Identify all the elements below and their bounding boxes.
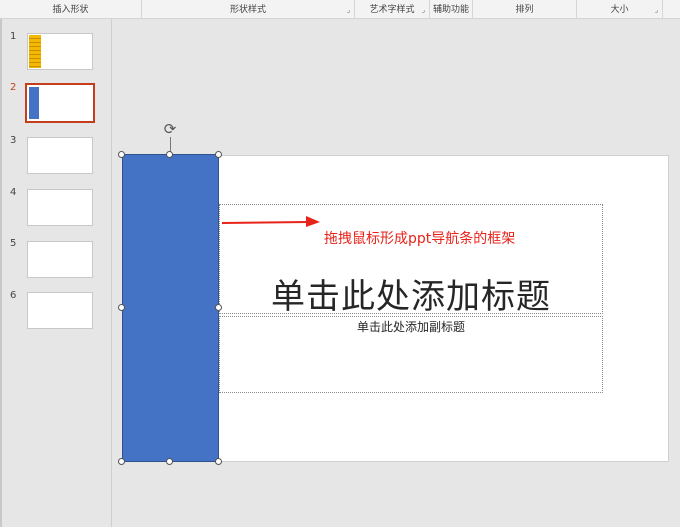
resize-handle-top-left[interactable]	[118, 151, 125, 158]
ribbon-group-label: 形状样式	[229, 5, 266, 15]
resize-handle-right[interactable]	[215, 304, 222, 311]
resize-handle-top[interactable]	[166, 151, 173, 158]
ribbon-group-wordart-styles: 艺术字样式 ⌟	[355, 0, 430, 18]
ribbon-group-accessibility: 辅助功能	[430, 0, 473, 18]
subtitle-placeholder[interactable]: 单击此处添加副标题	[219, 316, 603, 393]
ribbon-group-bar: 插入形状 形状样式 ⌟ 艺术字样式 ⌟ 辅助功能 排列 大小 ⌟	[0, 0, 680, 19]
ribbon-group-arrange: 排列	[473, 0, 577, 18]
ribbon-group-label: 排列	[515, 5, 534, 15]
ribbon-group-size: 大小 ⌟	[577, 0, 663, 18]
slide-thumbnail-5[interactable]	[27, 241, 93, 278]
annotation-arrow-icon	[221, 216, 320, 227]
ruler-graphic	[29, 35, 41, 68]
slide-thumbnail-2[interactable]	[25, 83, 95, 123]
slide-thumbnail-3[interactable]	[27, 137, 93, 174]
ribbon-group-insert-shapes: 插入形状	[0, 0, 142, 18]
rotate-handle-icon[interactable]: ⟳	[162, 121, 178, 137]
subtitle-placeholder-text: 单击此处添加副标题	[356, 320, 465, 334]
thumbnail-number: 2	[10, 82, 17, 93]
dialog-launcher-icon[interactable]: ⌟	[420, 7, 427, 14]
slide-thumbnail-6[interactable]	[27, 292, 93, 329]
slide-thumbnail-4[interactable]	[27, 189, 93, 226]
slide-thumbnail-1[interactable]	[27, 33, 93, 70]
ribbon-group-label: 艺术字样式	[369, 5, 415, 15]
thumbnail-blue-bar	[29, 87, 39, 119]
thumbnail-number: 6	[10, 290, 17, 301]
thumbnail-number: 1	[10, 31, 17, 42]
resize-handle-bottom-right[interactable]	[215, 458, 222, 465]
ribbon-group-label: 插入形状	[52, 5, 89, 15]
resize-handle-bottom-left[interactable]	[118, 458, 125, 465]
title-placeholder-text: 单击此处添加标题	[271, 277, 551, 317]
thumbnail-number: 3	[10, 135, 17, 146]
resize-handle-left[interactable]	[118, 304, 125, 311]
thumbnail-number: 5	[10, 238, 17, 249]
ribbon-group-label: 辅助功能	[432, 5, 469, 15]
resize-handle-top-right[interactable]	[215, 151, 222, 158]
ribbon-group-shape-styles: 形状样式 ⌟	[142, 0, 355, 18]
dialog-launcher-icon[interactable]: ⌟	[345, 7, 352, 14]
dialog-launcher-icon[interactable]: ⌟	[653, 7, 660, 14]
annotation-text: 拖拽鼠标形成ppt导航条的框架	[324, 231, 516, 247]
thumbnail-number: 4	[10, 187, 17, 198]
resize-handle-bottom[interactable]	[166, 458, 173, 465]
ribbon-group-label: 大小	[610, 5, 629, 15]
selected-rectangle-shape[interactable]	[122, 154, 219, 462]
